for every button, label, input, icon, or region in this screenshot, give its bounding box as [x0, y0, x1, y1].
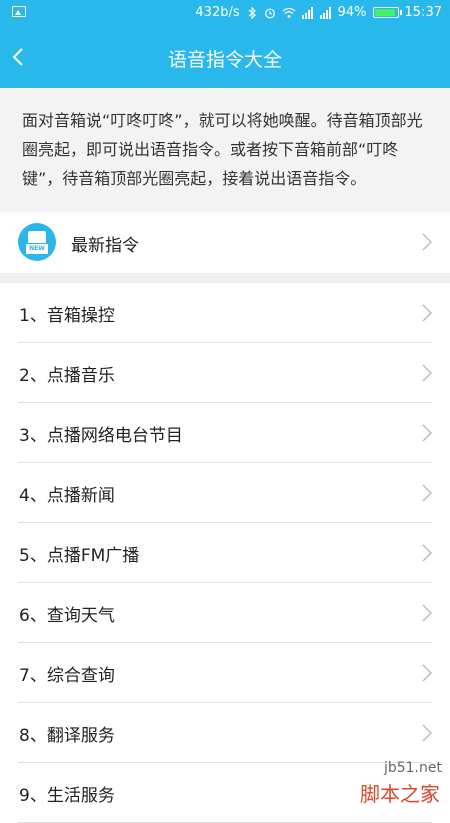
- latest-commands-label: 最新指令: [71, 236, 139, 256]
- intro-text: 面对音箱说“叮咚叮咚”，就可以将她唤醒。待音箱顶部光圈亮起，即可说出语音指令。或…: [0, 88, 450, 212]
- signal-icon: [301, 6, 313, 19]
- chevron-right-icon: [422, 304, 432, 322]
- chevron-right-icon: [422, 544, 432, 562]
- list-item[interactable]: 6、查询天气: [0, 583, 450, 643]
- list-item-label: 6、查询天气: [19, 606, 115, 626]
- list-item[interactable]: 7、综合查询: [0, 643, 450, 703]
- chevron-right-icon: [422, 364, 432, 382]
- chevron-right-icon: [422, 664, 432, 682]
- list-item[interactable]: 2、点播音乐: [0, 343, 450, 403]
- new-badge-icon: NEW: [18, 223, 56, 261]
- battery-icon: [372, 7, 402, 18]
- list-item[interactable]: 3、点播网络电台节目: [0, 403, 450, 463]
- list-item-label: 4、点播新闻: [19, 486, 115, 506]
- title-bar: 语音指令大全: [0, 26, 450, 88]
- battery-level: [374, 9, 396, 16]
- chevron-right-icon: [422, 604, 432, 622]
- list-item-label: 8、翻译服务: [19, 726, 115, 746]
- status-bar: 432b/s 94% 15:37: [0, 0, 450, 26]
- chevron-right-icon: [422, 484, 432, 502]
- clock: 15:37: [404, 5, 442, 20]
- new-tag: NEW: [25, 243, 49, 255]
- wifi-icon: [282, 7, 296, 18]
- watermark-url: jb51.net: [383, 760, 442, 776]
- watermark: jb51.net 脚本之家: [314, 738, 444, 806]
- signal-icon: [319, 6, 331, 19]
- list-item-label: 2、点播音乐: [19, 366, 115, 386]
- list-item-label: 5、点播FM广播: [19, 546, 140, 566]
- list-item-label: 3、点播网络电台节目: [19, 426, 183, 446]
- bluetooth-icon: [248, 6, 256, 19]
- chevron-right-icon: [422, 233, 432, 251]
- alarm-icon: [264, 8, 275, 18]
- section-divider: [0, 273, 450, 283]
- network-speed: 432b/s: [195, 5, 240, 20]
- latest-commands-row[interactable]: NEW 最新指令: [0, 212, 450, 273]
- image-icon: [12, 6, 26, 17]
- page-title: 语音指令大全: [167, 49, 282, 71]
- status-bar-right: 432b/s 94% 15:37: [195, 5, 442, 20]
- chevron-right-icon: [422, 424, 432, 442]
- list-item[interactable]: 5、点播FM广播: [0, 523, 450, 583]
- watermark-name: 脚本之家: [360, 782, 440, 806]
- list-item[interactable]: 4、点播新闻: [0, 463, 450, 523]
- list-item-label: 1、音箱操控: [19, 306, 115, 326]
- list-item-label: 9、生活服务: [19, 786, 115, 806]
- list-item-label: 7、综合查询: [19, 666, 115, 686]
- list-item[interactable]: 1、音箱操控: [0, 283, 450, 343]
- battery-percent: 94%: [337, 5, 367, 20]
